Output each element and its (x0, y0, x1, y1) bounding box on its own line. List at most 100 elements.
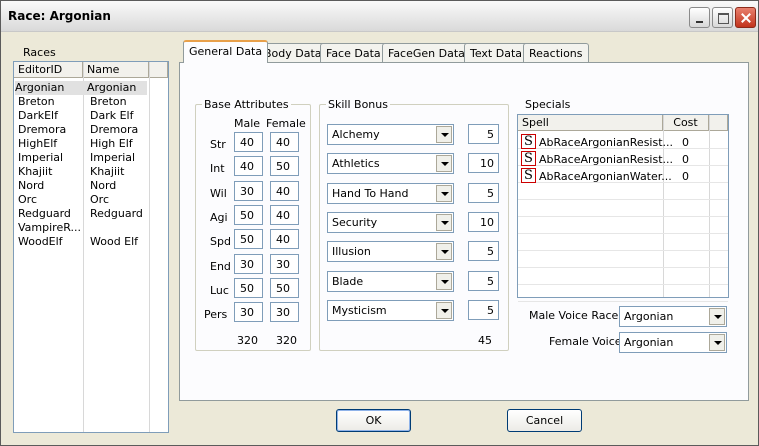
female-voice-select[interactable]: Argonian (619, 332, 727, 353)
attr-female-input[interactable]: 40 (270, 204, 299, 225)
attr-female-input[interactable]: 50 (270, 277, 299, 298)
race-editorid: Argonian (15, 81, 65, 94)
race-row[interactable]: DarkElf Dark Elf (18, 109, 168, 123)
grid-line (518, 216, 728, 217)
attr-male-input[interactable]: 30 (234, 253, 263, 274)
base-attributes-title: Base Attributes (202, 98, 291, 111)
attr-male-input[interactable]: 30 (234, 302, 263, 323)
attr-male-input[interactable]: 30 (234, 180, 263, 201)
attr-female-input[interactable]: 30 (270, 302, 299, 323)
column-header-name[interactable]: Name (83, 62, 149, 78)
race-row[interactable]: Redguard Redguard (18, 207, 168, 221)
skill-name: Security (332, 215, 378, 229)
skill-value-input[interactable]: 10 (468, 153, 499, 174)
cancel-button[interactable]: Cancel (507, 409, 582, 432)
race-row[interactable]: WoodElf Wood Elf (18, 235, 168, 249)
window-title: Race: Argonian (8, 9, 111, 23)
skill-value-input[interactable]: 5 (468, 241, 499, 262)
column-header-cost[interactable]: Cost (663, 115, 709, 131)
chevron-down-icon[interactable] (436, 272, 452, 290)
chevron-down-icon[interactable] (436, 155, 452, 173)
tab-text-data[interactable]: Text Data (464, 43, 529, 63)
chevron-down-icon[interactable] (436, 184, 452, 202)
attr-female-input[interactable]: 50 (270, 156, 299, 177)
race-editorid: Redguard (18, 207, 71, 220)
attr-female-input[interactable]: 40 (270, 132, 299, 152)
skill-value-input[interactable]: 5 (468, 124, 499, 144)
attr-label: Int (210, 162, 225, 176)
races-list[interactable]: EditorID Name Argonian Argonian Breton Bret… (13, 61, 169, 433)
close-icon[interactable] (735, 7, 756, 28)
race-row[interactable]: Dremora Dremora (18, 123, 168, 137)
skill-select[interactable]: Hand To Hand (327, 182, 454, 204)
maximize-icon[interactable] (712, 7, 733, 28)
grid-line (518, 267, 728, 268)
minimize-icon[interactable] (689, 7, 710, 28)
female-total: 320 (276, 334, 297, 347)
race-editorid: Dremora (18, 123, 67, 136)
tab-face-data[interactable]: Face Data (320, 43, 387, 63)
race-name: Dark Elf (90, 109, 134, 122)
specials-list[interactable]: Spell Cost S AbRaceArgonianResist... 0 S AbR… (517, 114, 729, 302)
race-row[interactable]: Nord Nord (18, 179, 168, 193)
chevron-down-icon[interactable] (436, 243, 452, 261)
skill-value-input[interactable]: 5 (468, 182, 499, 203)
chevron-down-icon[interactable] (436, 213, 452, 231)
races-label: Races (23, 46, 56, 59)
spell-name[interactable]: AbRaceArgonianWater... (539, 170, 672, 183)
tab-general-data[interactable]: General Data (183, 40, 269, 63)
skill-select[interactable]: Athletics (327, 153, 454, 175)
skill-select[interactable]: Blade (327, 270, 454, 292)
skill-select[interactable]: Illusion (327, 241, 454, 263)
grid-line (518, 199, 728, 200)
skill-select[interactable]: Alchemy (327, 124, 454, 145)
column-header-spell[interactable]: Spell (518, 115, 663, 131)
race-row[interactable]: Khajiit Khajiit (18, 165, 168, 179)
skill-name: Hand To Hand (332, 186, 409, 200)
race-row[interactable]: Orc Orc (18, 193, 168, 207)
column-header-editorid[interactable]: EditorID (14, 62, 83, 78)
race-row[interactable]: VampireR... (18, 221, 168, 235)
attr-female-input[interactable]: 40 (270, 229, 299, 250)
attr-female-input[interactable]: 40 (270, 180, 299, 201)
attr-male-input[interactable]: 50 (234, 277, 263, 298)
skill-name: Athletics (332, 157, 380, 171)
grid-line (518, 233, 728, 234)
race-row[interactable]: Breton Breton (18, 95, 168, 109)
male-voice-select[interactable]: Argonian (619, 306, 727, 327)
title-bar[interactable]: Race: Argonian (1, 1, 758, 32)
attr-male-input[interactable]: 40 (234, 156, 263, 177)
spell-cost: 0 (682, 153, 689, 166)
skill-value-input[interactable]: 5 (468, 270, 499, 291)
attr-label: Agi (210, 210, 228, 224)
race-name: Wood Elf (90, 235, 139, 248)
tab-body-data[interactable]: Body Data (258, 43, 328, 63)
tab-facegen-data[interactable]: FaceGen Data (382, 43, 471, 63)
male-total: 320 (237, 334, 258, 347)
attr-male-input[interactable]: 50 (234, 204, 263, 225)
race-name: Redguard (90, 207, 143, 220)
chevron-down-icon[interactable] (709, 308, 725, 325)
ok-button[interactable]: OK (336, 409, 411, 432)
chevron-down-icon[interactable] (436, 301, 452, 319)
skill-select[interactable]: Mysticism (327, 299, 454, 321)
skill-name: Alchemy (332, 128, 380, 141)
skill-value-input[interactable]: 5 (468, 299, 499, 320)
tab-reactions[interactable]: Reactions (523, 43, 589, 63)
spell-name[interactable]: AbRaceArgonianResist... (539, 136, 673, 149)
race-row[interactable]: HighElf High Elf (18, 137, 168, 151)
attr-label: Luc (210, 283, 229, 297)
race-row[interactable]: Argonian Argonian (15, 81, 147, 95)
attr-female-input[interactable]: 30 (270, 253, 299, 274)
female-header: Female (266, 117, 306, 130)
skill-select[interactable]: Security (327, 211, 454, 233)
spell-name[interactable]: AbRaceArgonianResist... (539, 153, 673, 166)
race-editorid: Imperial (18, 151, 64, 164)
chevron-down-icon[interactable] (709, 334, 725, 351)
race-editorid: HighElf (18, 137, 58, 150)
chevron-down-icon[interactable] (436, 126, 452, 143)
attr-male-input[interactable]: 50 (234, 229, 263, 250)
attr-male-input[interactable]: 40 (234, 132, 263, 152)
skill-value-input[interactable]: 10 (468, 211, 499, 232)
race-row[interactable]: Imperial Imperial (18, 151, 168, 165)
